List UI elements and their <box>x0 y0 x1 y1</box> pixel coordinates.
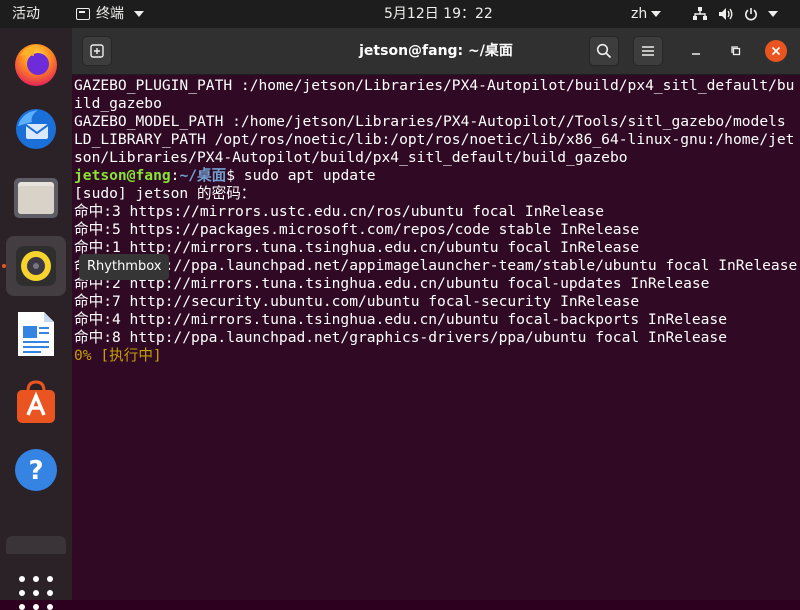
search-icon <box>596 43 612 59</box>
trash-launcher[interactable] <box>6 536 66 554</box>
software-bag-icon <box>17 380 55 423</box>
close-button[interactable] <box>765 40 787 62</box>
terminal-icon <box>76 8 90 20</box>
thunderbird-launcher[interactable] <box>6 98 66 158</box>
clock[interactable]: 5月12日 19：22 <box>384 0 493 28</box>
restore-icon <box>731 46 741 56</box>
network-icon <box>692 7 708 21</box>
speaker-icon <box>16 246 56 286</box>
terminal-line: LD_LIBRARY_PATH /opt/ros/noetic/lib:/opt… <box>74 131 795 166</box>
terminal-window: jetson@fang: ~/桌面 GAZEBO_PLUGIN_PATH:/h… <box>72 28 800 600</box>
app-menu-label: 终端 <box>96 6 124 22</box>
apt-output-line: 命中:8 http://ppa.launchpad.net/graphics-d… <box>74 329 728 346</box>
maximize-button[interactable] <box>721 36 751 66</box>
chevron-down-icon <box>134 11 144 17</box>
running-indicator <box>2 264 6 268</box>
dock: ? <box>0 28 72 610</box>
progress-line: 0% [执行中] <box>74 347 162 364</box>
apt-output-line: 命中:4 http://mirrors.tuna.tsinghua.edu.cn… <box>74 311 728 328</box>
thunderbird-icon <box>16 109 56 149</box>
minimize-button[interactable] <box>681 36 711 66</box>
prompt-line: jetson@fang:~/桌面$ sudo apt update <box>74 167 800 185</box>
svg-text:?: ? <box>28 456 43 486</box>
rhythmbox-launcher[interactable] <box>6 236 66 296</box>
show-applications-button[interactable] <box>19 576 53 610</box>
document-icon <box>18 312 54 356</box>
apt-output-line: 命中:1 http://mirrors.tuna.tsinghua.edu.cn… <box>74 239 640 256</box>
system-menu[interactable] <box>692 0 778 28</box>
sudo-prompt: [sudo] jetson 的密码： <box>74 185 256 202</box>
apt-output-line: 命中:7 http://security.ubuntu.com/ubuntu f… <box>74 293 640 310</box>
dock-tooltip: Rhythmbox <box>79 254 170 280</box>
search-button[interactable] <box>589 36 619 66</box>
volume-icon <box>718 7 734 21</box>
minimize-icon <box>692 53 700 55</box>
firefox-icon <box>15 44 57 86</box>
terminal-output[interactable]: GAZEBO_PLUGIN_PATH :/home/jetson/Librari… <box>72 75 800 600</box>
prompt-path: ~/桌面 <box>179 167 227 184</box>
input-method-menu[interactable]: zh <box>631 0 662 28</box>
chevron-down-icon <box>768 11 778 17</box>
libreoffice-writer-launcher[interactable] <box>6 304 66 364</box>
help-launcher[interactable]: ? <box>6 440 66 500</box>
terminal-line: GAZEBO_PLUGIN_PATH :/home/jetson/Librari… <box>74 77 795 112</box>
app-menu[interactable]: 终端 <box>76 0 144 28</box>
new-tab-icon <box>90 44 104 58</box>
apt-output-line: 命中:2 http://mirrors.tuna.tsinghua.edu.cn… <box>74 275 710 292</box>
command-text: sudo apt update <box>243 167 376 184</box>
hamburger-icon <box>642 46 654 56</box>
new-tab-button[interactable] <box>82 36 112 66</box>
power-icon <box>744 7 758 21</box>
header-bar[interactable]: jetson@fang: ~/桌面 <box>72 28 800 75</box>
apt-output-line: 命中:5 https://packages.microsoft.com/repo… <box>74 221 640 238</box>
chevron-down-icon <box>651 11 662 17</box>
activities-button[interactable]: 活动 <box>12 0 40 28</box>
firefox-launcher[interactable] <box>6 34 66 94</box>
ubuntu-software-launcher[interactable] <box>6 372 66 432</box>
close-icon <box>771 46 781 56</box>
files-launcher[interactable] <box>6 168 66 228</box>
prompt-user: jetson@fang <box>74 167 171 184</box>
hamburger-menu-button[interactable] <box>633 36 663 66</box>
folder-icon <box>14 178 58 218</box>
top-bar: 活动 终端 5月12日 19：22 zh <box>0 0 800 28</box>
help-icon: ? <box>15 449 57 491</box>
input-method-label: zh <box>631 6 648 22</box>
prompt-dollar: $ <box>226 167 244 184</box>
apt-output-line: 命中:3 https://mirrors.ustc.edu.cn/ros/ubu… <box>74 203 604 220</box>
terminal-line: GAZEBO_MODEL_PATH :/home/jetson/Librarie… <box>74 113 786 130</box>
apt-output-line: 命中:6 http://ppa.launchpad.net/appimagela… <box>74 257 798 274</box>
